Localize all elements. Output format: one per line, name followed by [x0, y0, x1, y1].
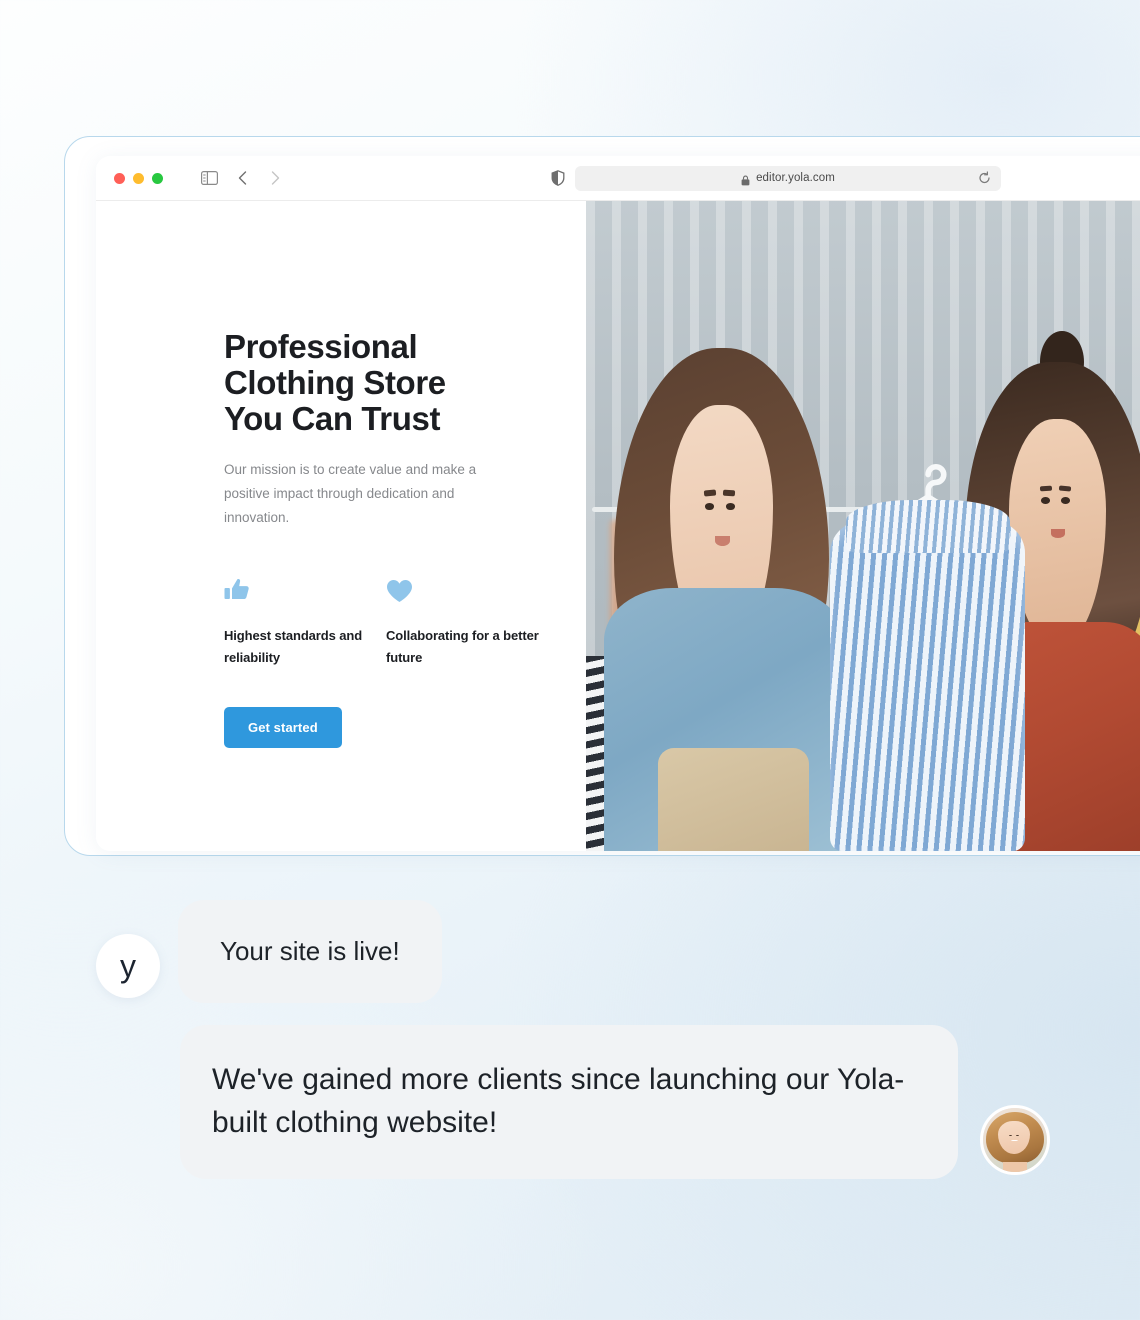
close-window-button[interactable]	[114, 172, 125, 184]
hero-subtitle: Our mission is to create value and make …	[224, 461, 477, 525]
store-photo	[586, 201, 1140, 851]
avatar-letter: y	[120, 948, 136, 984]
shield-privacy-icon[interactable]	[551, 170, 565, 186]
trousers	[657, 748, 810, 851]
chevron-right-icon[interactable]	[268, 170, 282, 186]
chat-bubble: We've gained more clients since launchin…	[180, 1025, 958, 1179]
hero-title-line-3: You Can Trust	[224, 399, 441, 437]
heart-icon	[386, 573, 548, 603]
hero-title-line-1: Professional	[224, 328, 418, 365]
eye	[1040, 497, 1050, 504]
thumbs-up-icon	[224, 573, 386, 603]
page-title: Professional Clothing Store You Can Trus…	[224, 329, 554, 437]
feature-item: Collaborating for a better future	[386, 573, 548, 669]
get-started-button[interactable]: Get started	[224, 706, 342, 748]
eye	[1061, 497, 1070, 504]
chat-bubble: Your site is live!	[178, 900, 442, 1003]
url-text: editor.yola.com	[756, 172, 835, 184]
person-left	[604, 279, 849, 851]
mouth	[715, 535, 730, 546]
address-bar-area: editor.yola.com	[551, 165, 1001, 191]
hero-text-column: Professional Clothing Store You Can Trus…	[96, 201, 586, 851]
eye	[725, 502, 735, 510]
hero-image	[586, 201, 1140, 851]
yola-logo-avatar: y	[96, 934, 160, 998]
chat-section: y Your site is live! We've gained more c…	[0, 900, 1140, 1179]
browser-toolbar: editor.yola.com	[96, 156, 1140, 201]
hero-title-line-2: Clothing Store	[224, 363, 446, 401]
minimize-window-button[interactable]	[133, 172, 144, 184]
avatar-eye	[1008, 1134, 1013, 1136]
url-input[interactable]: editor.yola.com	[575, 165, 1001, 191]
chat-message-row: y Your site is live!	[0, 900, 1140, 1003]
browser-window: editor.yola.com Professional Clothing St…	[96, 156, 1140, 851]
mouth	[1050, 529, 1066, 539]
customer-photo-avatar	[980, 1104, 1050, 1175]
reload-icon[interactable]	[978, 171, 991, 185]
feature-label: Collaborating for a better future	[386, 627, 539, 665]
maximize-window-button[interactable]	[152, 172, 163, 184]
chevron-left-icon[interactable]	[236, 170, 250, 186]
sidebar-toggle-icon[interactable]	[201, 171, 219, 186]
avatar-neck	[1003, 1161, 1027, 1172]
striped-dress	[830, 499, 1026, 851]
lock-icon	[741, 173, 750, 185]
eyebrow	[723, 489, 736, 497]
window-traffic-lights[interactable]	[114, 172, 163, 184]
site-preview: Professional Clothing Store You Can Trus…	[96, 201, 1140, 851]
avatar-eye	[1015, 1134, 1020, 1136]
eyebrow	[1039, 485, 1052, 492]
feature-item: Highest standards and reliability	[224, 573, 386, 669]
eyebrow	[1059, 485, 1072, 492]
hero-features: Highest standards and reliability Collab…	[224, 573, 554, 669]
eyebrow	[703, 489, 717, 497]
chat-message-row: We've gained more clients since launchin…	[0, 1025, 1140, 1179]
hero-copy: Professional Clothing Store You Can Trus…	[224, 329, 554, 748]
feature-label: Highest standards and reliability	[224, 627, 363, 665]
eye	[705, 502, 715, 510]
avatar-smile	[1011, 1139, 1018, 1142]
browser-nav-controls	[201, 170, 282, 186]
